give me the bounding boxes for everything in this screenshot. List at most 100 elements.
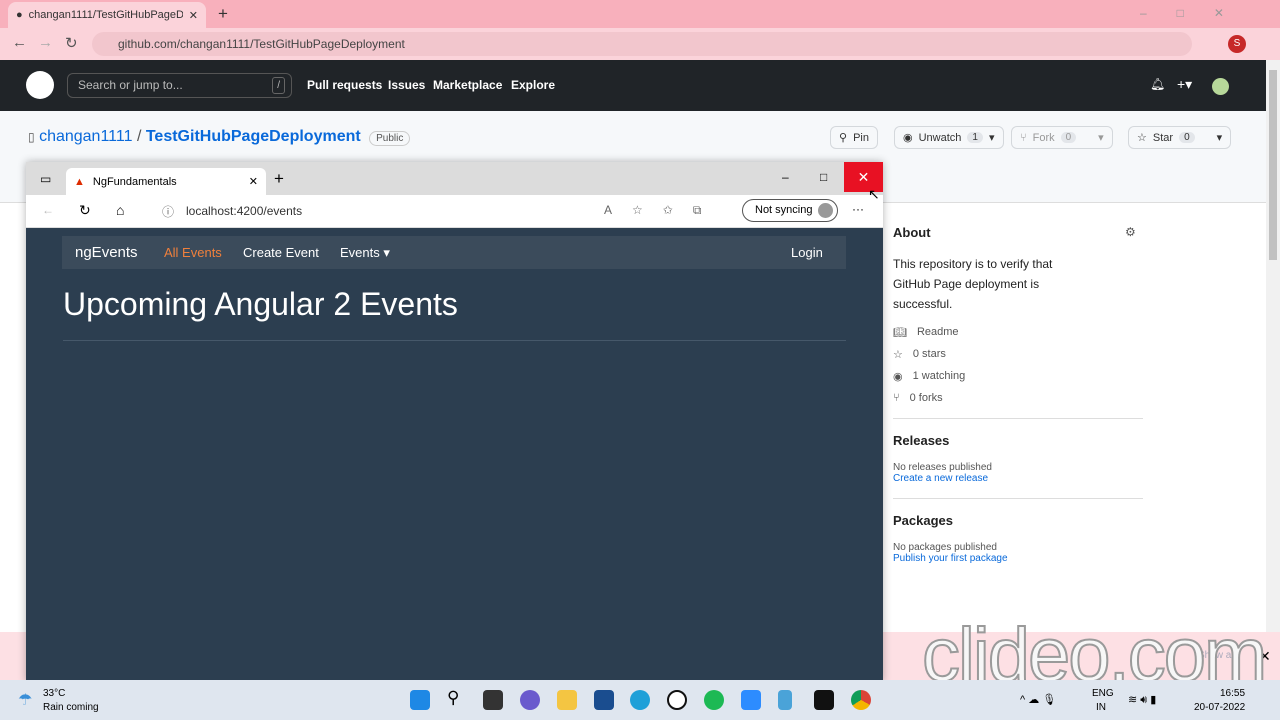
spotify-icon[interactable] (704, 690, 724, 710)
search-icon[interactable]: ⚲ (447, 688, 459, 708)
dell-icon[interactable] (667, 690, 687, 710)
temperature[interactable]: 33°C (43, 688, 65, 699)
fork-button[interactable]: ⑂ Fork 0 ▾ (1011, 126, 1113, 149)
refresh-icon[interactable]: ↻ (79, 202, 91, 219)
page-heading: Upcoming Angular 2 Events (63, 286, 458, 322)
profile-icon (818, 203, 833, 218)
chrome-icon[interactable] (851, 690, 871, 710)
tab-actions-icon[interactable]: ▭ (40, 172, 51, 186)
mouse-cursor-icon: ↖ (868, 186, 880, 202)
nav-marketplace[interactable]: Marketplace (433, 78, 502, 92)
back-icon[interactable]: ← (42, 203, 54, 217)
nav-issues[interactable]: Issues (388, 78, 425, 92)
zoom-icon[interactable] (741, 690, 761, 710)
repo-icon: ▯ (28, 130, 35, 144)
owner-link[interactable]: changan1111 (39, 128, 132, 145)
star-button[interactable]: ☆ Star 0 ▾ (1128, 126, 1232, 149)
tray-icons[interactable]: ^ ☁ 🎙︎ (1020, 693, 1056, 706)
star-icon: ☆ (893, 349, 903, 361)
minimize-button[interactable]: – (782, 170, 789, 184)
sync-button[interactable]: Not syncing (742, 199, 838, 222)
start-icon[interactable] (410, 690, 430, 710)
file-explorer-icon[interactable] (557, 690, 577, 710)
create-release-link[interactable]: Create a new release (893, 473, 1143, 484)
repo-link[interactable]: TestGitHubPageDeployment (146, 128, 361, 145)
app-navbar: ngEvents All Events Create Event Events … (62, 236, 846, 269)
home-icon[interactable]: ⌂ (116, 202, 124, 218)
teams-icon[interactable] (520, 690, 540, 710)
page-scrollbar[interactable] (1266, 60, 1280, 632)
chrome-tab[interactable]: ● changan1111/TestGitHubPageDeployment ✕ (8, 2, 206, 28)
clock-date[interactable]: 20-07-2022 (1194, 702, 1245, 713)
bell-icon[interactable]: 🔔︎ (1150, 77, 1165, 91)
region-indicator[interactable]: IN (1096, 702, 1106, 713)
tab-title: changan1111/TestGitHubPageDeployment (28, 9, 183, 21)
task-view-icon[interactable] (483, 690, 503, 710)
more-icon[interactable]: ··· (852, 202, 864, 216)
profile-avatar[interactable]: S (1228, 35, 1246, 53)
fork-icon: ⑂ (1020, 131, 1027, 144)
edge-icon[interactable] (630, 690, 650, 710)
edge-url-input[interactable]: localhost:4200/events (186, 204, 302, 218)
edge-tab[interactable]: ▲ NgFundamentals ✕ (66, 168, 266, 195)
close-tab-icon[interactable]: ✕ (189, 9, 198, 22)
publish-package-link[interactable]: Publish your first package (893, 553, 1143, 564)
terminal-icon[interactable] (814, 690, 834, 710)
forks-link[interactable]: ⑂ 0 forks (893, 392, 1143, 404)
nav-create-event[interactable]: Create Event (243, 245, 319, 260)
edge-window: ▭ ▲ NgFundamentals ✕ + – □ ✕ ← ↻ ⌂ ⓘ loc… (26, 162, 883, 682)
info-icon: ⓘ (162, 205, 175, 219)
pin-button[interactable]: ⚲ Pin (830, 126, 878, 149)
unwatch-button[interactable]: ◉ Unwatch 1 ▾ (894, 126, 1004, 149)
language-indicator[interactable]: ENG (1092, 688, 1114, 699)
releases-heading[interactable]: Releases (893, 433, 1143, 448)
no-packages: No packages published (893, 542, 997, 553)
pin-icon: ⚲ (839, 132, 848, 144)
weather-text[interactable]: Rain coming (43, 702, 99, 713)
store-icon[interactable] (594, 690, 614, 710)
close-tab-icon[interactable]: ✕ (249, 175, 258, 188)
github-icon: ● (16, 9, 23, 21)
gear-icon[interactable]: ⚙ (1125, 225, 1136, 239)
packages-heading[interactable]: Packages (893, 513, 1143, 528)
network-volume-battery-icons[interactable]: ≋ 🔊︎ ▮ (1128, 693, 1156, 707)
repo-sidebar: About ⚙ This repository is to verify tha… (893, 225, 1143, 564)
url-input[interactable]: github.com/changan1111/TestGitHubPageDep… (92, 32, 1192, 56)
unwatch-label: Unwatch (918, 131, 962, 144)
window-controls[interactable]: –□✕ (1140, 6, 1254, 20)
star-count: 0 (1179, 132, 1195, 143)
github-logo-icon[interactable] (26, 71, 54, 99)
fork-icon: ⑂ (893, 392, 900, 404)
login-link[interactable]: Login (791, 245, 823, 260)
repo-title: ▯ changan1111 / TestGitHubPageDeployment… (28, 128, 411, 146)
fork-label: Fork (1032, 131, 1055, 144)
clock-time[interactable]: 16:55 (1220, 688, 1245, 699)
reload-icon[interactable]: ↻ (65, 34, 78, 52)
maximize-button[interactable]: □ (820, 170, 827, 184)
forward-icon[interactable]: → (38, 34, 53, 51)
eye-icon: ◉ (893, 371, 903, 383)
no-releases: No releases published (893, 462, 992, 473)
edge-tab-title: NgFundamentals (92, 175, 177, 188)
search-input[interactable]: Search or jump to... / (67, 73, 292, 98)
nav-all-events[interactable]: All Events (164, 245, 222, 260)
nav-explore[interactable]: Explore (511, 78, 555, 92)
stars-link[interactable]: ☆ 0 stars (893, 348, 1143, 361)
notepad-icon[interactable] (778, 690, 792, 710)
new-tab-button[interactable]: + (274, 169, 284, 189)
watching-link[interactable]: ◉ 1 watching (893, 370, 1143, 383)
star-label: Star (1152, 131, 1174, 144)
brand-link[interactable]: ngEvents (75, 244, 138, 261)
nav-pull-requests[interactable]: Pull requests (307, 78, 382, 92)
watch-count: 1 (967, 132, 983, 143)
back-icon[interactable]: ← (12, 34, 27, 51)
eye-icon: ◉ (903, 132, 913, 144)
plus-icon[interactable]: +▾ (1177, 76, 1192, 93)
new-tab-button[interactable]: + (218, 4, 228, 24)
user-avatar[interactable] (1212, 78, 1229, 95)
pin-label: Pin (853, 131, 869, 144)
readme-link[interactable]: 📖︎ Readme (893, 326, 1143, 339)
divider (893, 498, 1143, 499)
nav-events-dropdown[interactable]: Events ▾ (340, 245, 390, 261)
toolbar-icons[interactable]: A☆✩⧉ (604, 203, 721, 218)
